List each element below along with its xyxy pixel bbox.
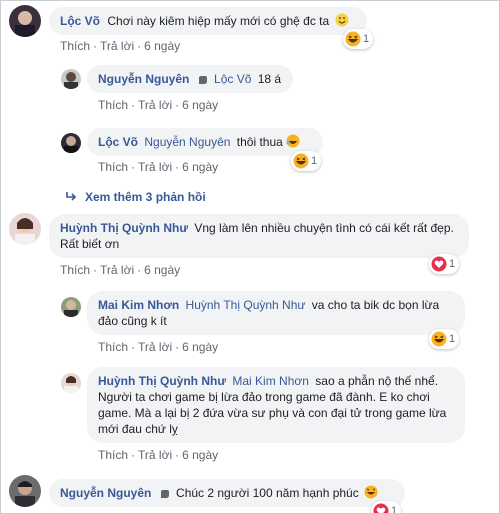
timestamp[interactable]: 6 ngày — [182, 340, 218, 354]
comment-text: Chơi này kiêm hiệp mấy mới có ghệ đc ta — [107, 14, 330, 28]
more-replies-link[interactable]: Xem thêm 3 phản hồi — [65, 190, 206, 204]
reaction-count: 1 — [311, 155, 318, 167]
timestamp[interactable]: 6 ngày — [182, 448, 218, 462]
haha-emoji-icon — [345, 31, 361, 47]
reaction-count: 1 — [363, 33, 370, 45]
reaction-count: 1 — [449, 258, 456, 270]
separator: · — [131, 448, 136, 462]
comment-bubble: Huỳnh Thị Quỳnh Như Vng làm lên nhiều ch… — [49, 214, 469, 258]
heart-reaction-icon — [431, 256, 447, 272]
reaction-count: 1 — [391, 505, 398, 514]
tagged-user[interactable]: Mai Kim Nhơn — [232, 374, 309, 388]
smile-emoji-icon — [335, 13, 349, 27]
commenter-name[interactable]: Huỳnh Thị Quỳnh Như — [98, 374, 226, 388]
separator: · — [131, 160, 136, 174]
wave-icon — [160, 490, 169, 498]
comment-actions: Thích · Trả lời · 6 ngày — [98, 160, 218, 174]
reaction-summary[interactable]: 1 — [371, 501, 402, 514]
comment-text: Chúc 2 người 100 năm hạnh phúc — [176, 486, 359, 500]
like-link[interactable]: Thích — [98, 448, 128, 462]
separator: · — [131, 98, 136, 112]
timestamp[interactable]: 6 ngày — [144, 263, 180, 277]
reply-link[interactable]: Trả lời — [138, 448, 172, 462]
comment-actions: Thích · Trả lời · 6 ngày — [98, 98, 218, 112]
separator: · — [175, 160, 180, 174]
separator: · — [175, 98, 180, 112]
comment-actions: Thích · Trả lời · 6 ngày — [98, 448, 218, 462]
avatar[interactable] — [9, 475, 41, 507]
reaction-summary[interactable]: 1 — [291, 151, 322, 171]
separator: · — [131, 340, 136, 354]
commenter-name[interactable]: Lộc Võ — [60, 14, 100, 28]
laugh-emoji-icon — [286, 134, 300, 148]
avatar[interactable] — [61, 133, 81, 153]
reply-link[interactable]: Trả lời — [138, 340, 172, 354]
commenter-name[interactable]: Nguyễn Nguyên — [60, 486, 151, 500]
reply-link[interactable]: Trả lời — [138, 98, 172, 112]
reaction-summary[interactable]: 1 — [429, 254, 460, 274]
tagged-user[interactable]: Huỳnh Thị Quỳnh Như — [186, 298, 306, 312]
comment-text: 18 á — [257, 72, 282, 86]
reaction-count: 1 — [449, 333, 456, 345]
like-link[interactable]: Thích — [98, 340, 128, 354]
tagged-user[interactable]: Lộc Võ — [214, 72, 251, 86]
wave-icon — [198, 76, 207, 84]
comment-text: thôi thua — [236, 135, 283, 149]
smile-emoji-icon — [364, 485, 378, 499]
comment-bubble: Huỳnh Thị Quỳnh Như Mai Kim Nhơn sao a p… — [87, 367, 465, 443]
comment-bubble: Mai Kim Nhơn Huỳnh Thị Quỳnh Như va cho … — [87, 291, 465, 335]
avatar[interactable] — [61, 69, 81, 89]
reply-link[interactable]: Trả lời — [100, 263, 134, 277]
timestamp[interactable]: 6 ngày — [144, 39, 180, 53]
reaction-summary[interactable]: 1 — [343, 29, 374, 49]
like-link[interactable]: Thích — [60, 263, 90, 277]
separator: · — [137, 39, 142, 53]
comment-bubble: Lộc Võ Chơi này kiêm hiệp mấy mới có ghệ… — [49, 7, 367, 35]
like-link[interactable]: Thích — [98, 98, 128, 112]
comment-bubble: Nguyễn Nguyên Chúc 2 người 100 năm hạnh … — [49, 479, 405, 507]
comment-actions: Thích · Trả lời · 6 ngày — [60, 263, 180, 277]
separator: · — [137, 263, 142, 277]
more-replies-label[interactable]: Xem thêm 3 phản hồi — [85, 190, 206, 204]
separator: · — [175, 340, 180, 354]
avatar[interactable] — [61, 373, 81, 393]
commenter-name[interactable]: Nguyễn Nguyên — [98, 72, 189, 86]
like-link[interactable]: Thích — [98, 160, 128, 174]
reaction-summary[interactable]: 1 — [429, 329, 460, 349]
haha-emoji-icon — [293, 153, 309, 169]
commenter-name[interactable]: Lộc Võ — [98, 135, 138, 149]
comment-actions: Thích · Trả lời · 6 ngày — [60, 39, 180, 53]
haha-emoji-icon — [431, 331, 447, 347]
timestamp[interactable]: 6 ngày — [182, 98, 218, 112]
commenter-name[interactable]: Huỳnh Thị Quỳnh Như — [60, 221, 188, 235]
timestamp[interactable]: 6 ngày — [182, 160, 218, 174]
tagged-user[interactable]: Nguyễn Nguyên — [144, 135, 230, 149]
like-link[interactable]: Thích — [60, 39, 90, 53]
commenter-name[interactable]: Mai Kim Nhơn — [98, 298, 179, 312]
separator: · — [93, 263, 98, 277]
heart-reaction-icon — [373, 503, 389, 513]
separator: · — [175, 448, 180, 462]
separator: · — [93, 39, 98, 53]
comment-actions: Thích · Trả lời · 6 ngày — [98, 340, 218, 354]
reply-link[interactable]: Trả lời — [100, 39, 134, 53]
comment-thread: Lộc Võ Chơi này kiêm hiệp mấy mới có ghệ… — [0, 0, 500, 514]
avatar[interactable] — [9, 213, 41, 245]
reply-arrow-icon — [66, 192, 77, 201]
avatar[interactable] — [9, 5, 41, 37]
avatar[interactable] — [61, 297, 81, 317]
reply-link[interactable]: Trả lời — [138, 160, 172, 174]
comment-bubble: Lộc Võ Nguyễn Nguyên thôi thua — [87, 128, 323, 156]
comment-bubble: Nguyễn Nguyên Lộc Võ 18 á — [87, 65, 293, 93]
